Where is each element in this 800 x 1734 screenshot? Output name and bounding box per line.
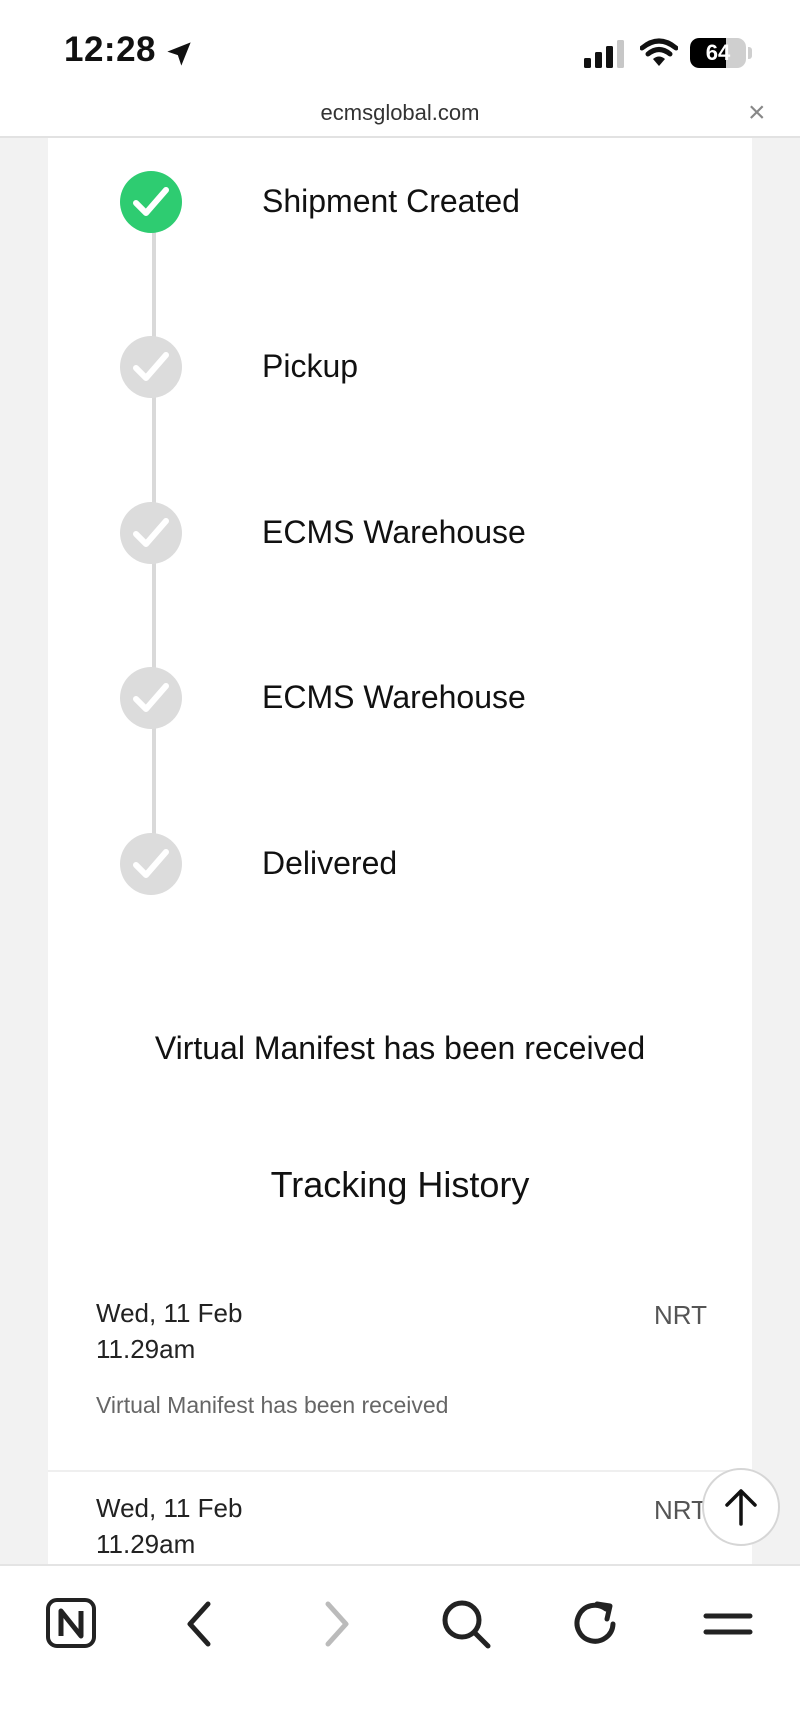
check-circle-icon bbox=[120, 667, 182, 729]
clock: 12:28 bbox=[64, 30, 157, 69]
arrow-up-icon bbox=[725, 1489, 757, 1526]
status-bar: 12:28 64 bbox=[0, 0, 800, 96]
battery-indicator: 64 bbox=[690, 38, 746, 68]
menu-icon[interactable] bbox=[698, 1594, 758, 1654]
battery-nub bbox=[748, 47, 752, 59]
back-icon[interactable] bbox=[172, 1594, 232, 1654]
step-label: Pickup bbox=[262, 348, 359, 384]
tracking-history-title: Tracking History bbox=[270, 1164, 530, 1205]
check-circle-icon bbox=[120, 171, 182, 233]
wifi-icon bbox=[640, 38, 678, 66]
step-label: ECMS Warehouse bbox=[262, 679, 526, 715]
step-label: Shipment Created bbox=[262, 183, 520, 219]
battery-percent: 64 bbox=[705, 40, 731, 65]
entry-time: 11.29am bbox=[96, 1334, 196, 1364]
location-arrow-icon bbox=[167, 42, 191, 66]
url-text[interactable]: ecmsglobal.com bbox=[0, 100, 800, 126]
cellular-signal-icon bbox=[584, 40, 624, 68]
check-circle-icon bbox=[120, 833, 182, 895]
entry-divider bbox=[48, 1470, 752, 1472]
reload-icon[interactable] bbox=[566, 1594, 626, 1654]
search-icon[interactable] bbox=[436, 1594, 496, 1654]
entry-date: Wed, 11 Feb bbox=[96, 1493, 243, 1523]
entry-description: Virtual Manifest has been received bbox=[96, 1392, 449, 1418]
entry-location: NRT bbox=[654, 1495, 707, 1525]
browser-toolbar bbox=[0, 1564, 800, 1734]
scroll-to-top-button[interactable] bbox=[702, 1468, 780, 1546]
entry-date: Wed, 11 Feb bbox=[96, 1298, 243, 1328]
url-bar[interactable]: ecmsglobal.com × bbox=[0, 96, 800, 138]
current-status-message: Virtual Manifest has been received bbox=[154, 1030, 646, 1066]
check-circle-icon bbox=[120, 336, 182, 398]
entry-time: 11.29am bbox=[96, 1529, 196, 1559]
n-logo-icon[interactable] bbox=[42, 1594, 102, 1654]
tracking-card: Shipment Created Pickup ECMS Warehouse E… bbox=[48, 138, 752, 1564]
step-label: ECMS Warehouse bbox=[262, 514, 526, 550]
check-circle-icon bbox=[120, 502, 182, 564]
step-label: Delivered bbox=[262, 845, 398, 881]
forward-icon[interactable] bbox=[304, 1594, 364, 1654]
close-icon[interactable]: × bbox=[748, 96, 766, 130]
entry-location: NRT bbox=[654, 1300, 707, 1330]
